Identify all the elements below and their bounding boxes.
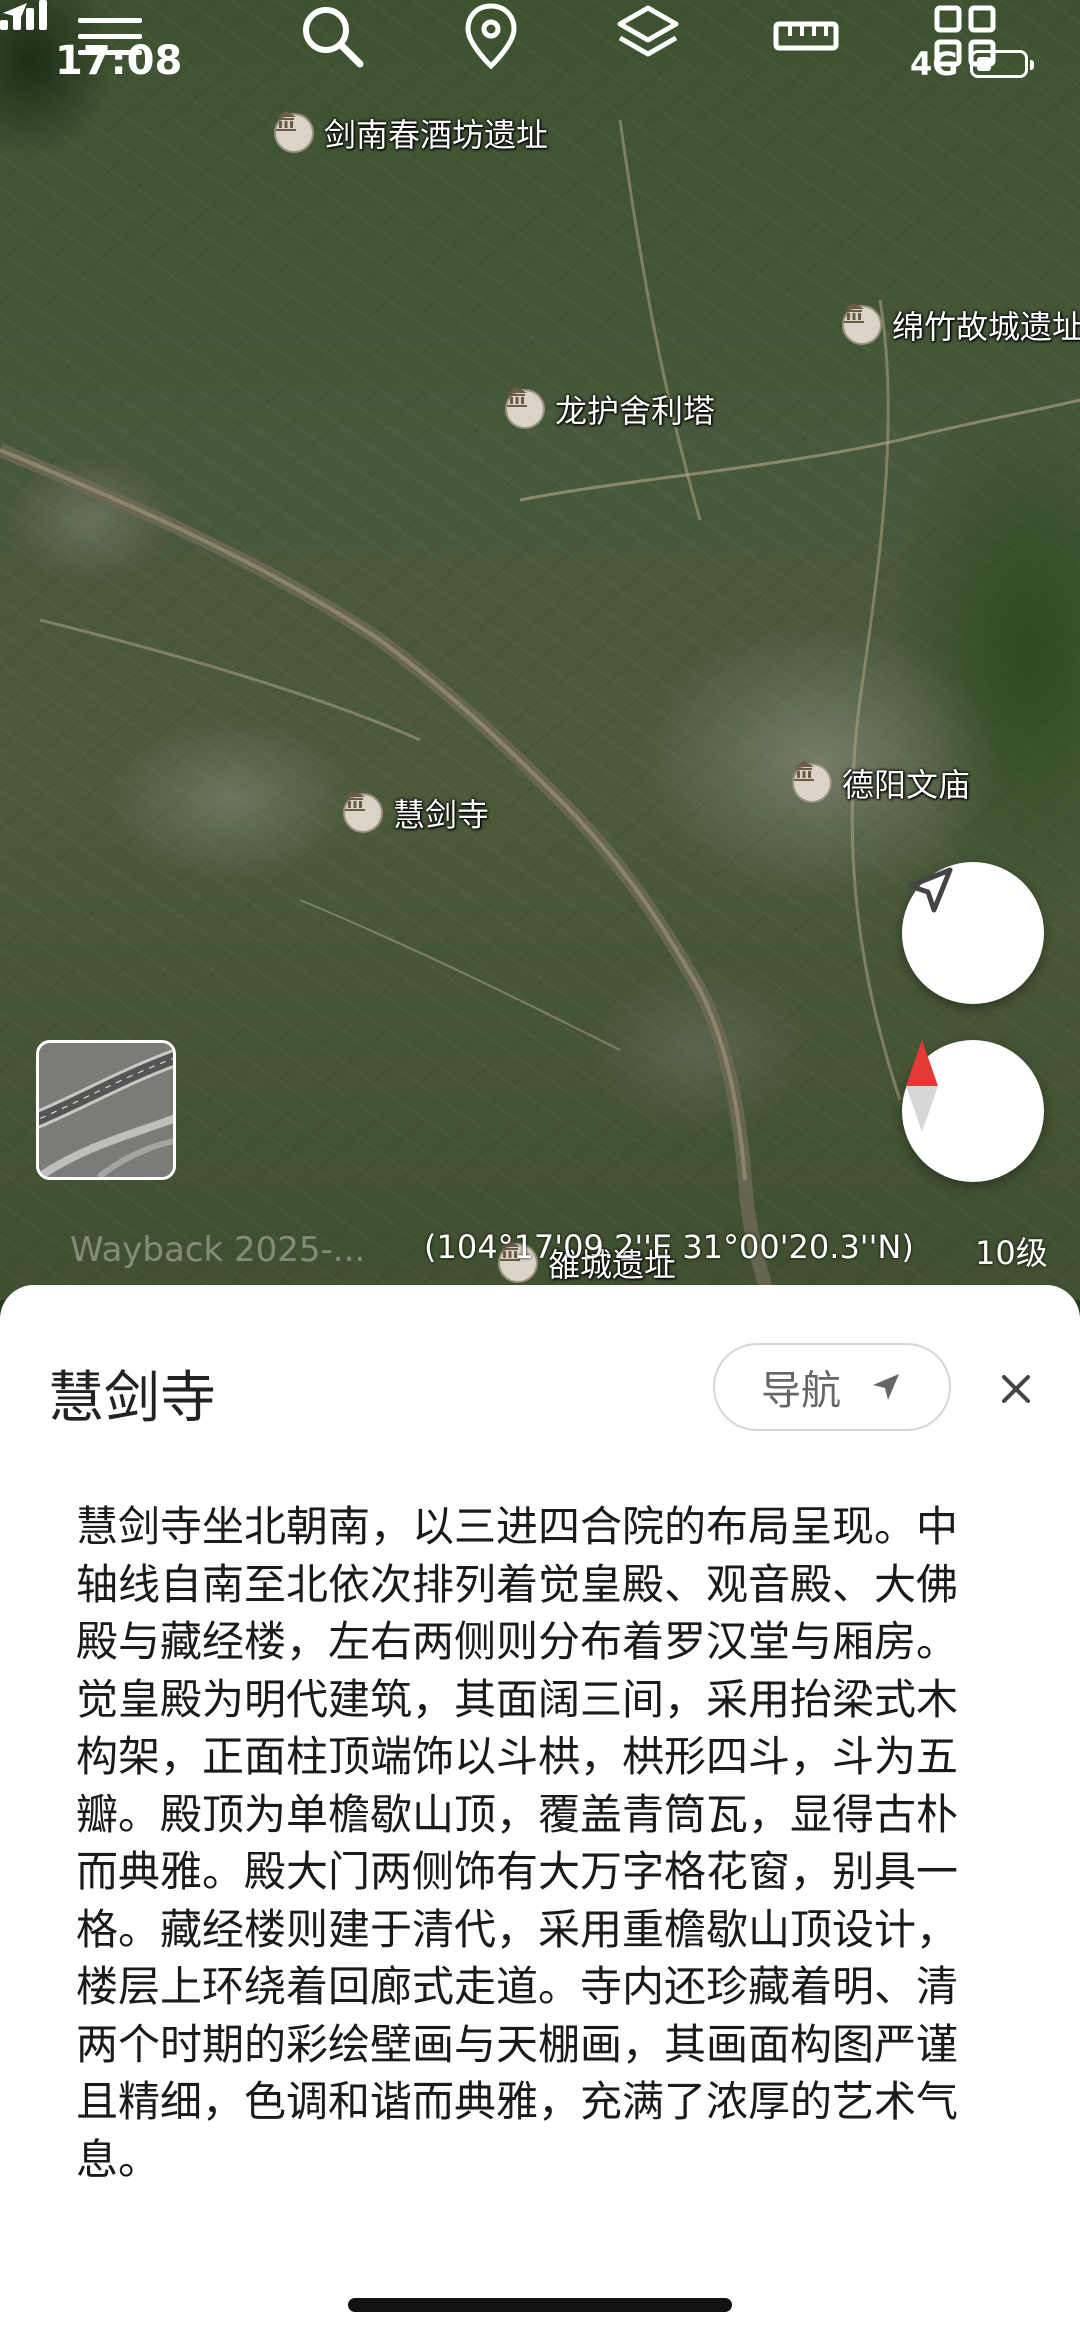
poi-label: 慧剑寺 (393, 796, 490, 834)
place-detail-sheet: 慧剑寺 导航 慧剑寺坐北朝南，以三进四合院的布局呈现。中轴线自南至北依次排列着觉… (0, 1285, 1080, 2339)
temple-icon (842, 303, 882, 345)
compass-icon (906, 1040, 938, 1132)
compass-button[interactable] (902, 1040, 1044, 1182)
home-indicator (348, 2298, 732, 2312)
navigate-label: 导航 (761, 1368, 841, 1414)
ruler-icon[interactable] (770, 0, 842, 72)
place-description: 慧剑寺坐北朝南，以三进四合院的布局呈现。中轴线自南至北依次排列着觉皇殿、观音殿、… (76, 1502, 959, 2184)
navigate-button[interactable]: 导航 (713, 1343, 951, 1431)
wayback-date-label: Wayback 2025-... (70, 1230, 366, 1270)
poi-huijian-temple[interactable]: 慧剑寺 (343, 790, 489, 836)
temple-icon (505, 387, 545, 429)
poi-mianzhu-ancient-city[interactable]: 绵竹故城遗址 (842, 302, 1080, 348)
road-map-preview (39, 1043, 173, 1177)
place-title: 慧剑寺 (48, 1366, 216, 1431)
grid-icon[interactable] (929, 0, 1001, 72)
menu-icon[interactable] (74, 0, 146, 72)
poi-label: 龙护舍利塔 (555, 392, 716, 430)
poi-deyang-wenmiao[interactable]: 德阳文庙 (792, 760, 970, 806)
location-pin-icon[interactable] (455, 0, 527, 72)
cellular-signal-icon (0, 0, 47, 30)
poi-longhu-pagoda[interactable]: 龙护舍利塔 (505, 386, 715, 432)
poi-label: 德阳文庙 (842, 766, 971, 804)
status-bar: 17:08 4G (0, 0, 1080, 130)
poi-label: 绵竹故城遗址 (892, 308, 1080, 346)
temple-icon (343, 791, 383, 833)
satellite-map[interactable]: 剑南春酒坊遗址 绵竹故城遗址 龙护舍利塔 德阳文庙 慧剑寺 雒城遗址 17:08 (0, 0, 1080, 1300)
close-icon[interactable] (992, 1365, 1040, 1413)
map-layer-thumbnail[interactable] (36, 1040, 176, 1180)
locate-me-button[interactable] (902, 862, 1044, 1004)
search-icon[interactable] (296, 0, 368, 72)
temple-icon (792, 761, 832, 803)
layers-icon[interactable] (612, 0, 684, 72)
navigation-arrow-icon (873, 1374, 899, 1400)
navigation-arrow-icon (907, 867, 953, 913)
zoom-level: 10级 (975, 1234, 1048, 1272)
coordinate-readout: (104°17'09.2''E 31°00'20.3''N) (424, 1228, 914, 1266)
